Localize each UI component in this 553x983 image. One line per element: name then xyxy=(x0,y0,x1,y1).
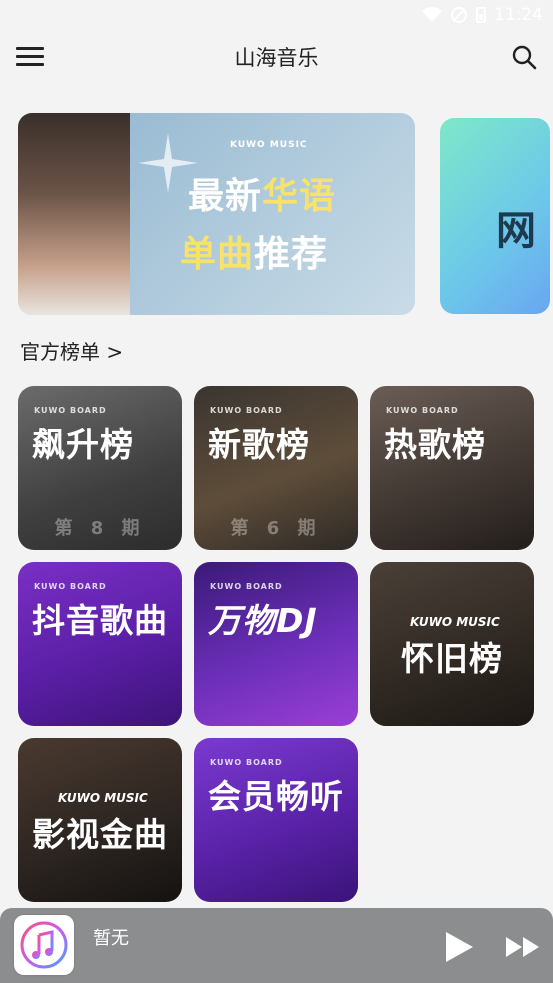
card-issue: 第 6 期 xyxy=(230,518,322,539)
banner-next[interactable]: 网 xyxy=(440,118,550,314)
banner-brand: KUWO MUSIC xyxy=(230,140,308,150)
card-issue: 第 8 期 xyxy=(54,518,146,539)
chart-card-hot-songs[interactable]: KUWO BOARD 热歌榜 xyxy=(370,386,534,550)
next-icon[interactable] xyxy=(505,935,541,959)
play-icon[interactable] xyxy=(443,930,475,964)
card-brand: KUWO BOARD xyxy=(34,406,107,415)
chart-card-soaring[interactable]: KUWO BOARD 飙升榜 第 8 期 xyxy=(18,386,182,550)
official-charts-title[interactable]: 官方榜单 > xyxy=(20,336,123,365)
card-label: 热歌榜 xyxy=(384,425,486,464)
now-playing-title: 暂无 xyxy=(93,928,129,949)
banner-new-chinese-singles[interactable]: KUWO MUSIC 最新华语 单曲推荐 xyxy=(18,113,415,315)
mini-player[interactable]: 暂无 xyxy=(0,908,553,983)
wifi-icon xyxy=(422,7,442,22)
status-icons: 11:24 xyxy=(422,5,543,25)
card-brand: KUWO BOARD xyxy=(210,582,283,591)
app-header: 山海音乐 xyxy=(0,30,553,86)
status-time: 11:24 xyxy=(494,5,543,25)
card-label: 影视金曲 xyxy=(32,815,168,854)
card-label: 万物DJ xyxy=(208,601,318,640)
banner-carousel[interactable]: KUWO MUSIC 最新华语 单曲推荐 网 xyxy=(18,113,553,315)
card-label: 会员畅听 xyxy=(208,777,344,816)
card-brand: KUWO BOARD xyxy=(210,406,283,415)
chart-card-new-songs[interactable]: KUWO BOARD 新歌榜 第 6 期 xyxy=(194,386,358,550)
card-label: 怀旧榜 xyxy=(401,639,503,678)
chart-card-nostalgia[interactable]: KUWO MUSIC 怀旧榜 xyxy=(370,562,534,726)
chart-card-dj[interactable]: KUWO BOARD 万物DJ xyxy=(194,562,358,726)
chart-card-douyin[interactable]: KUWO BOARD 抖音歌曲 xyxy=(18,562,182,726)
banner-line-1: 最新华语 xyxy=(188,176,337,217)
signal-icon xyxy=(451,7,467,23)
banner-artist-photo xyxy=(18,113,130,315)
card-brand: KUWO BOARD xyxy=(34,582,107,591)
card-label: 新歌榜 xyxy=(208,425,310,464)
card-label: 飙升榜 xyxy=(32,425,134,464)
chart-card-vip[interactable]: KUWO BOARD 会员畅听 xyxy=(194,738,358,902)
music-app-icon xyxy=(14,915,74,975)
card-brand: KUWO BOARD xyxy=(386,406,459,415)
chart-card-film-tv[interactable]: KUWO MUSIC 影视金曲 xyxy=(18,738,182,902)
banner-line-2: 单曲推荐 xyxy=(180,234,329,275)
card-brand: KUWO MUSIC xyxy=(410,615,500,629)
card-label: 抖音歌曲 xyxy=(32,601,168,640)
card-brand: KUWO MUSIC xyxy=(58,791,148,805)
status-bar: 11:24 xyxy=(0,0,553,30)
search-icon[interactable] xyxy=(511,44,537,70)
app-title: 山海音乐 xyxy=(234,46,319,70)
banner-2-text: 网 xyxy=(496,208,536,254)
card-brand: KUWO BOARD xyxy=(210,758,283,767)
battery-icon xyxy=(476,7,486,23)
